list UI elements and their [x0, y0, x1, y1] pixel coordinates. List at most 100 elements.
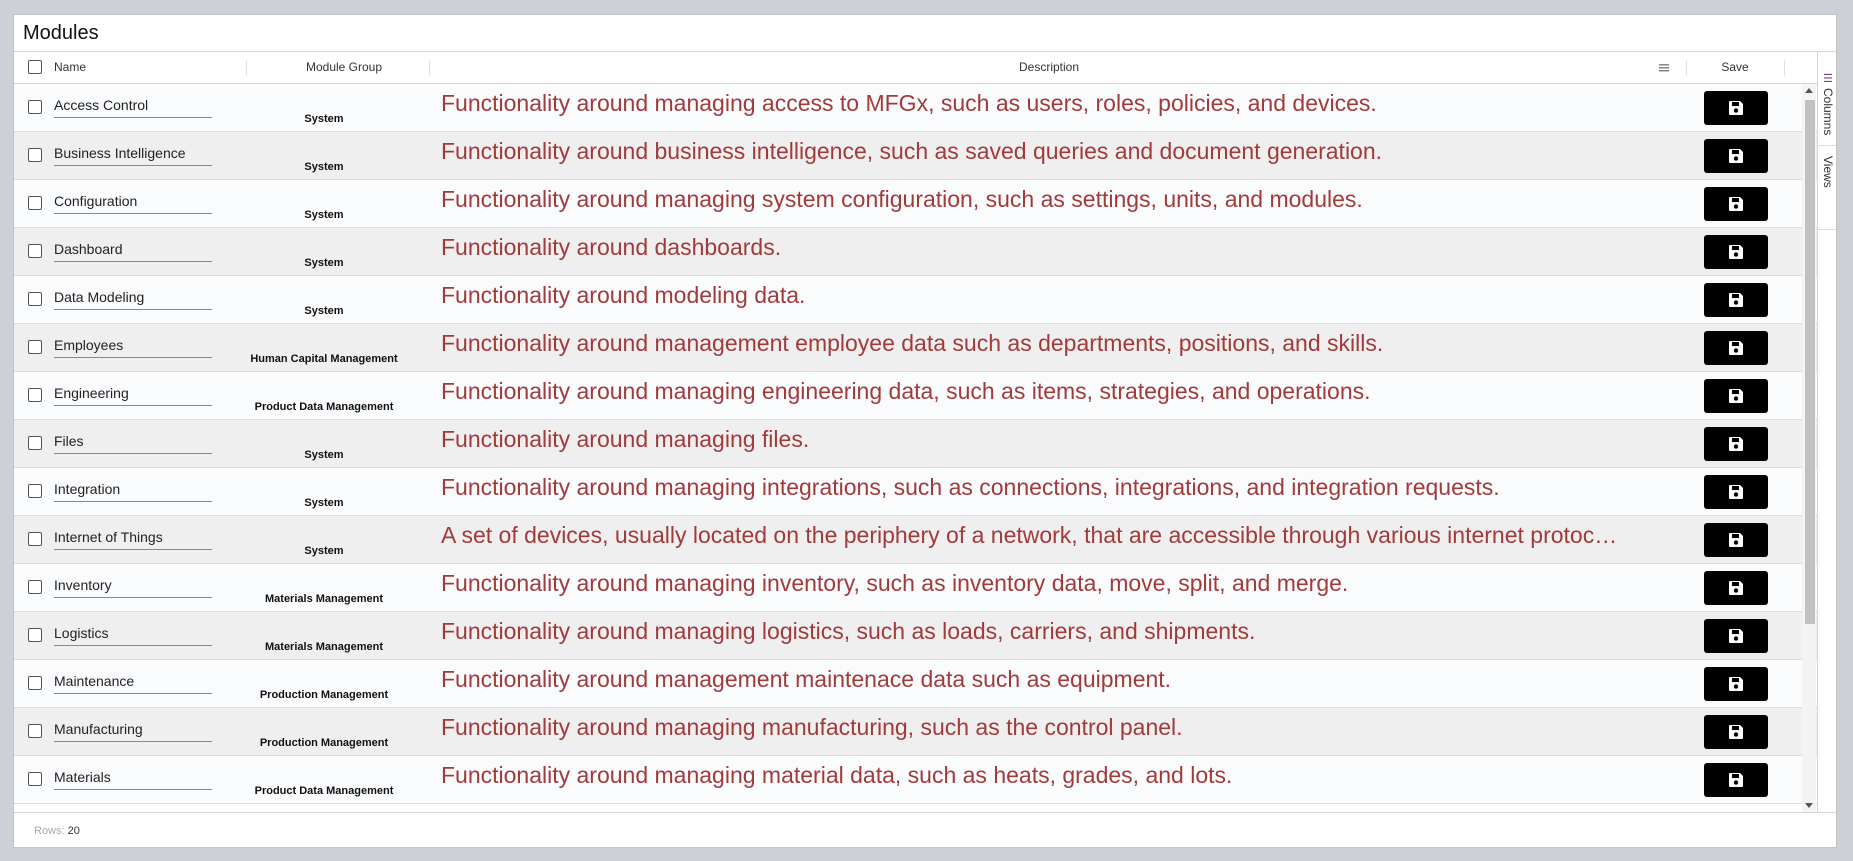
row-checkbox[interactable]	[28, 724, 42, 738]
save-button[interactable]	[1704, 91, 1768, 125]
module-name-field[interactable]: Materials	[54, 767, 212, 790]
floppy-disk-icon	[1728, 244, 1744, 260]
views-tab[interactable]: Views	[1818, 150, 1836, 230]
module-description-cell[interactable]: Functionality around managing engineerin…	[441, 376, 1686, 406]
scroll-down-arrow-icon[interactable]	[1805, 803, 1813, 808]
save-button[interactable]	[1704, 187, 1768, 221]
module-name-field[interactable]: Inventory	[54, 575, 212, 598]
module-description-cell[interactable]: Functionality around managing material d…	[441, 760, 1686, 790]
grid-body: Access Control System Functionality around…	[14, 84, 1817, 804]
module-name-field[interactable]: Logistics	[54, 623, 212, 646]
save-button[interactable]	[1704, 331, 1768, 365]
row-checkbox[interactable]	[28, 340, 42, 354]
module-group-cell: Human Capital Management	[250, 353, 398, 365]
module-name-field[interactable]: Configuration	[54, 191, 212, 214]
module-name-field[interactable]: Business Intelligence	[54, 143, 212, 166]
row-checkbox[interactable]	[28, 436, 42, 450]
module-group-cell: System	[304, 449, 344, 461]
row-checkbox[interactable]	[28, 388, 42, 402]
module-description-cell[interactable]: A set of devices, usually located on the…	[441, 520, 1686, 550]
table-row[interactable]: Integration System Functionality around ma…	[14, 468, 1817, 516]
module-description-cell[interactable]: Functionality around managing inventory,…	[441, 568, 1686, 598]
table-row[interactable]: Configuration System Functionality around …	[14, 180, 1817, 228]
save-button[interactable]	[1704, 139, 1768, 173]
save-button[interactable]	[1704, 475, 1768, 509]
module-description-cell[interactable]: Functionality around management employee…	[441, 328, 1686, 358]
tool-sidebar: ☰ Columns Views	[1817, 52, 1836, 812]
save-button[interactable]	[1704, 571, 1768, 605]
table-row[interactable]: Access Control System Functionality around…	[14, 84, 1817, 132]
module-name-field[interactable]: Maintenance	[54, 671, 212, 694]
columns-tab[interactable]: ☰ Columns	[1818, 66, 1836, 146]
table-row[interactable]: Data Modeling System Functionality around …	[14, 276, 1817, 324]
row-checkbox[interactable]	[28, 580, 42, 594]
column-header-module-group[interactable]: Module Group	[246, 52, 442, 83]
module-description-cell[interactable]: Functionality around managing integratio…	[441, 472, 1686, 502]
page-title: Modules	[14, 15, 1836, 52]
module-description-cell[interactable]: Functionality around managing access to …	[441, 88, 1686, 118]
modules-panel: Modules Name Module Group Description Sa…	[13, 14, 1837, 848]
module-name-field[interactable]: Access Control	[54, 95, 212, 118]
column-menu-icon[interactable]	[1658, 52, 1672, 83]
columns-icon: ☰	[1821, 72, 1834, 85]
table-row[interactable]: Inventory Materials Management Functionali…	[14, 564, 1817, 612]
module-name-field[interactable]: Dashboard	[54, 239, 212, 262]
save-button[interactable]	[1704, 235, 1768, 269]
module-description-cell[interactable]: Functionality around managing files.	[441, 424, 1686, 454]
column-divider[interactable]	[1784, 60, 1785, 76]
table-row[interactable]: Engineering Product Data Management Functi…	[14, 372, 1817, 420]
scroll-up-arrow-icon[interactable]	[1805, 88, 1813, 93]
row-checkbox[interactable]	[28, 676, 42, 690]
table-row[interactable]: Materials Product Data Management Function…	[14, 756, 1817, 804]
save-button[interactable]	[1704, 667, 1768, 701]
module-name-field[interactable]: Integration	[54, 479, 212, 502]
grid-header: Name Module Group Description Save	[14, 52, 1817, 84]
row-checkbox[interactable]	[28, 628, 42, 642]
table-row[interactable]: Business Intelligence System Functionality…	[14, 132, 1817, 180]
scrollbar-thumb[interactable]	[1805, 100, 1815, 624]
row-checkbox[interactable]	[28, 244, 42, 258]
module-name-field[interactable]: Employees	[54, 335, 212, 358]
table-row[interactable]: Employees Human Capital Management Functio…	[14, 324, 1817, 372]
save-button[interactable]	[1704, 379, 1768, 413]
module-description-cell[interactable]: Functionality around modeling data.	[441, 280, 1686, 310]
row-checkbox[interactable]	[28, 292, 42, 306]
table-row[interactable]: Internet of Things System A set of devices…	[14, 516, 1817, 564]
table-row[interactable]: Dashboard System Functionality around dash…	[14, 228, 1817, 276]
module-description-cell[interactable]: Functionality around dashboards.	[441, 232, 1686, 262]
module-name-field[interactable]: Data Modeling	[54, 287, 212, 310]
module-name-field[interactable]: Internet of Things	[54, 527, 212, 550]
save-button[interactable]	[1704, 715, 1768, 749]
save-button[interactable]	[1704, 283, 1768, 317]
floppy-disk-icon	[1728, 436, 1744, 452]
select-all-checkbox[interactable]	[28, 60, 42, 74]
save-button[interactable]	[1704, 523, 1768, 557]
save-button[interactable]	[1704, 763, 1768, 797]
table-row[interactable]: Files System Functionality around managing…	[14, 420, 1817, 468]
row-checkbox[interactable]	[28, 484, 42, 498]
modules-grid: Name Module Group Description Save Acces…	[14, 52, 1817, 812]
table-row[interactable]: Manufacturing Production Management Functi…	[14, 708, 1817, 756]
module-name-field[interactable]: Manufacturing	[54, 719, 212, 742]
module-name-field[interactable]: Engineering	[54, 383, 212, 406]
module-description-cell[interactable]: Functionality around managing logistics,…	[441, 616, 1686, 646]
save-button[interactable]	[1704, 427, 1768, 461]
views-tab-label: Views	[1821, 156, 1835, 188]
column-header-description[interactable]: Description	[429, 52, 1669, 83]
row-checkbox[interactable]	[28, 148, 42, 162]
row-checkbox[interactable]	[28, 196, 42, 210]
floppy-disk-icon	[1728, 676, 1744, 692]
column-header-name[interactable]: Name	[54, 52, 86, 83]
vertical-scrollbar[interactable]	[1802, 84, 1816, 812]
module-description-cell[interactable]: Functionality around managing system con…	[441, 184, 1686, 214]
table-row[interactable]: Maintenance Production Management Function…	[14, 660, 1817, 708]
module-description-cell[interactable]: Functionality around business intelligen…	[441, 136, 1686, 166]
module-description-cell[interactable]: Functionality around management maintena…	[441, 664, 1686, 694]
row-checkbox[interactable]	[28, 532, 42, 546]
module-name-field[interactable]: Files	[54, 431, 212, 454]
module-description-cell[interactable]: Functionality around managing manufactur…	[441, 712, 1686, 742]
row-checkbox[interactable]	[28, 100, 42, 114]
table-row[interactable]: Logistics Materials Management Functionali…	[14, 612, 1817, 660]
save-button[interactable]	[1704, 619, 1768, 653]
row-checkbox[interactable]	[28, 772, 42, 786]
